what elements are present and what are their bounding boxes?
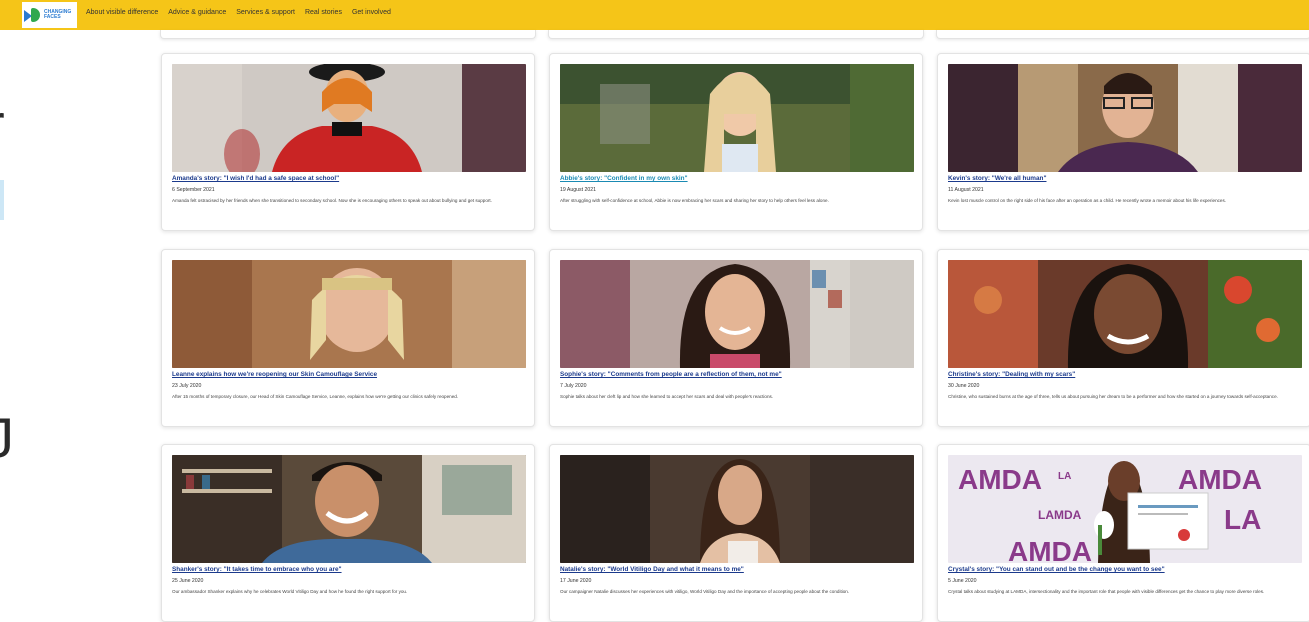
story-description: Kevin lost muscle control on the right s…: [948, 198, 1227, 203]
story-title-link[interactable]: Sophie's story: "Comments from people ar…: [560, 371, 914, 378]
story-description: After 15 months of temporary closure, ou…: [172, 394, 459, 399]
story-photo[interactable]: [560, 260, 914, 368]
story-description: Christine, who sustained burns at the ag…: [948, 394, 1278, 399]
story-date: 5 June 2020: [948, 578, 977, 584]
story-photo[interactable]: [560, 455, 914, 563]
story-card[interactable]: Amanda's story: "I wish I'd had a safe s…: [161, 53, 535, 231]
story-photo[interactable]: AMDA LA AMDA LAMDA LA AMDA: [948, 455, 1302, 563]
story-photo[interactable]: [948, 64, 1302, 172]
story-title-link[interactable]: Christine's story: "Dealing with my scar…: [948, 371, 1302, 378]
clipped-text-fragment: J: [0, 406, 14, 469]
card-stub: [160, 30, 536, 39]
lamda-sign-text: AMDA: [958, 464, 1042, 495]
story-date: 25 June 2020: [172, 578, 204, 584]
logo-mark-icon: [24, 8, 41, 22]
story-card[interactable]: Christine's story: "Dealing with my scar…: [937, 249, 1309, 427]
clipped-left-element: [0, 180, 4, 220]
logo-text: CHANGING FACES: [44, 9, 72, 20]
story-photo[interactable]: [172, 64, 526, 172]
story-photo[interactable]: [172, 260, 526, 368]
story-title-link[interactable]: Abbie's story: "Confident in my own skin…: [560, 175, 914, 182]
story-description: Sophie talks about her cleft lip and how…: [560, 394, 774, 399]
lamda-sign-text: LAMDA: [1038, 508, 1082, 522]
main-nav: About visible difference Advice & guidan…: [86, 9, 391, 16]
story-date: 19 August 2021: [560, 187, 597, 193]
story-description: Our ambassador Shanker explains why he c…: [172, 589, 408, 594]
story-photo[interactable]: [560, 64, 914, 172]
story-title-link[interactable]: Natalie's story: "World Vitiligo Day and…: [560, 566, 914, 573]
card-stub: [548, 30, 924, 39]
story-description: Our campaigner Natalie discusses her exp…: [560, 589, 850, 594]
story-card[interactable]: Shanker's story: "It takes time to embra…: [161, 444, 535, 622]
story-description: After struggling with self-confidence at…: [560, 198, 829, 203]
story-card[interactable]: Abbie's story: "Confident in my own skin…: [549, 53, 923, 231]
changing-faces-logo[interactable]: CHANGING FACES: [22, 2, 77, 28]
story-date: 11 August 2021: [948, 187, 984, 193]
nav-real-stories[interactable]: Real stories: [305, 9, 342, 16]
story-photo[interactable]: [172, 455, 526, 563]
nav-advice-guidance[interactable]: Advice & guidance: [168, 9, 226, 16]
story-date: 7 July 2020: [560, 383, 587, 389]
story-card[interactable]: Sophie's story: "Comments from people ar…: [549, 249, 923, 427]
nav-get-involved[interactable]: Get involved: [352, 9, 391, 16]
story-date: 17 June 2020: [560, 578, 592, 584]
story-date: 30 June 2020: [948, 383, 980, 389]
story-card[interactable]: Kevin's story: "We're all human" 11 Augu…: [937, 53, 1309, 231]
story-photo[interactable]: [948, 260, 1302, 368]
story-title-link[interactable]: Kevin's story: "We're all human": [948, 175, 1302, 182]
nav-about-visible-difference[interactable]: About visible difference: [86, 9, 158, 16]
story-card[interactable]: Natalie's story: "World Vitiligo Day and…: [549, 444, 923, 622]
story-description: Amanda felt ostracised by her friends wh…: [172, 198, 492, 203]
story-card[interactable]: AMDA LA AMDA LAMDA LA AMDA Crystal's sto…: [937, 444, 1309, 622]
story-card[interactable]: Leanne explains how we're reopening our …: [161, 249, 535, 427]
site-header: CHANGING FACES About visible difference …: [0, 0, 1309, 30]
story-description: Crystal talks about studying at LAMDA, i…: [948, 589, 1265, 594]
story-date: 23 July 2020: [172, 383, 202, 389]
lamda-sign-text: LA: [1224, 504, 1261, 535]
lamda-sign-text: LA: [1058, 471, 1071, 482]
clipped-text-fragment: r: [0, 96, 5, 152]
nav-services-support[interactable]: Services & support: [236, 9, 295, 16]
story-title-link[interactable]: Shanker's story: "It takes time to embra…: [172, 566, 526, 573]
card-stub: [936, 30, 1309, 39]
story-title-link[interactable]: Crystal's story: "You can stand out and …: [948, 566, 1302, 573]
story-date: 6 September 2021: [172, 187, 215, 193]
story-title-link[interactable]: Leanne explains how we're reopening our …: [172, 371, 526, 378]
story-title-link[interactable]: Amanda's story: "I wish I'd had a safe s…: [172, 175, 526, 182]
lamda-sign-text: AMDA: [1008, 536, 1092, 563]
lamda-sign-text: AMDA: [1178, 464, 1262, 495]
